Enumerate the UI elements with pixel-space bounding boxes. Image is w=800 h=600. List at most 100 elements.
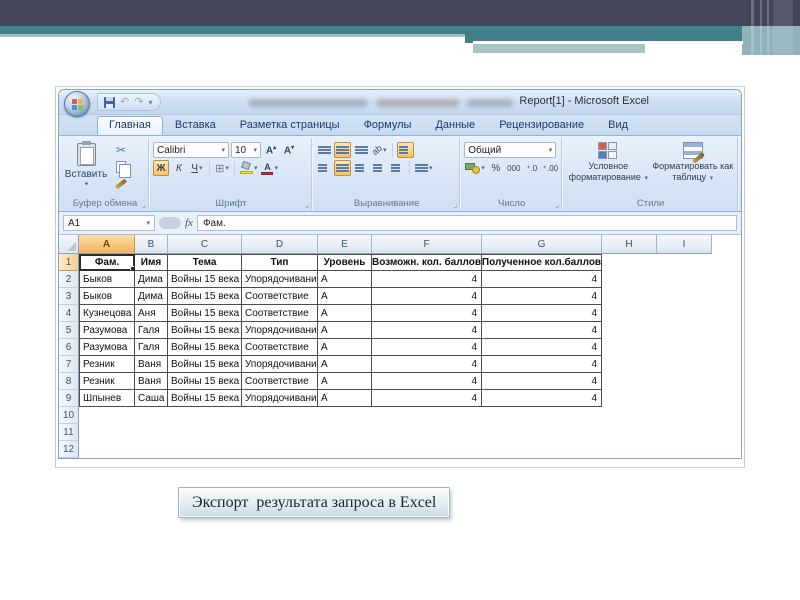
row-header-9[interactable]: 9 — [59, 390, 79, 407]
cell-I5[interactable] — [657, 322, 712, 339]
tab-razmetka-stranicy[interactable]: Разметка страницы — [228, 116, 352, 135]
cell-E2[interactable]: A — [318, 271, 372, 288]
align-center-button[interactable] — [334, 160, 351, 176]
paste-dropdown-icon[interactable]: ▾ — [85, 180, 89, 188]
cell-F8[interactable]: 4 — [372, 373, 482, 390]
cell-I7[interactable] — [657, 356, 712, 373]
cell-A2[interactable]: Быков — [79, 271, 135, 288]
office-button[interactable] — [64, 91, 90, 117]
tab-formuly[interactable]: Формулы — [352, 116, 424, 135]
cell-H12[interactable] — [602, 441, 657, 458]
cell-E6[interactable]: A — [318, 339, 372, 356]
cell-E8[interactable]: A — [318, 373, 372, 390]
cell-C8[interactable]: Войны 15 века — [168, 373, 242, 390]
cell-D6[interactable]: Соответствие — [242, 339, 318, 356]
cell-H5[interactable] — [602, 322, 657, 339]
cell-H4[interactable] — [602, 305, 657, 322]
cell-F12[interactable] — [372, 441, 482, 458]
cell-B3[interactable]: Дима — [135, 288, 168, 305]
tab-vstavka[interactable]: Вставка — [163, 116, 228, 135]
cell-A5[interactable]: Разумова — [79, 322, 135, 339]
row-header-12[interactable]: 12 — [59, 441, 79, 458]
cell-E3[interactable]: A — [318, 288, 372, 305]
increase-indent-button[interactable] — [389, 160, 405, 176]
cell-A9[interactable]: Шпынев — [79, 390, 135, 407]
cell-E9[interactable]: A — [318, 390, 372, 407]
cell-I6[interactable] — [657, 339, 712, 356]
percent-style-button[interactable]: % — [488, 160, 504, 176]
cell-D5[interactable]: Упорядочивание — [242, 322, 318, 339]
cell-C6[interactable]: Войны 15 века — [168, 339, 242, 356]
cell-F3[interactable]: 4 — [372, 288, 482, 305]
grow-font-button[interactable]: А▴ — [263, 142, 279, 158]
select-all-corner[interactable] — [59, 235, 79, 254]
cell-H1[interactable] — [602, 254, 657, 271]
column-header-D[interactable]: D — [242, 235, 318, 254]
cell-I3[interactable] — [657, 288, 712, 305]
cell-F10[interactable] — [372, 407, 482, 424]
cell-A8[interactable]: Резник — [79, 373, 135, 390]
cell-D9[interactable]: Упорядочивание — [242, 390, 318, 407]
number-dialog-launcher[interactable]: ⌟ — [555, 201, 559, 209]
cell-C10[interactable] — [168, 407, 242, 424]
tab-glavnaya[interactable]: Главная — [97, 116, 163, 135]
cell-C3[interactable]: Войны 15 века — [168, 288, 242, 305]
cell-A1[interactable]: Фам. — [79, 254, 135, 271]
cell-C7[interactable]: Войны 15 века — [168, 356, 242, 373]
cell-A4[interactable]: Кузнецова — [79, 305, 135, 322]
cut-button[interactable]: ✂ — [108, 142, 134, 157]
cell-E5[interactable]: A — [318, 322, 372, 339]
cell-C2[interactable]: Войны 15 века — [168, 271, 242, 288]
cell-E11[interactable] — [318, 424, 372, 441]
fill-color-button[interactable]: ▾ — [239, 160, 259, 176]
align-middle-button[interactable] — [334, 142, 351, 158]
cell-G4[interactable]: 4 — [482, 305, 602, 322]
row-header-7[interactable]: 7 — [59, 356, 79, 373]
cell-F1[interactable]: Возможн. кол. баллов — [372, 254, 482, 271]
cell-D8[interactable]: Соответствие — [242, 373, 318, 390]
cell-G5[interactable]: 4 — [482, 322, 602, 339]
column-header-C[interactable]: C — [168, 235, 242, 254]
cell-C4[interactable]: Войны 15 века — [168, 305, 242, 322]
cell-B9[interactable]: Саша — [135, 390, 168, 407]
row-header-1[interactable]: 1 — [59, 254, 79, 271]
cell-F7[interactable]: 4 — [372, 356, 482, 373]
row-header-2[interactable]: 2 — [59, 271, 79, 288]
cell-B8[interactable]: Ваня — [135, 373, 168, 390]
cell-I11[interactable] — [657, 424, 712, 441]
borders-button[interactable]: ⊞▾ — [214, 160, 230, 176]
cell-E12[interactable] — [318, 441, 372, 458]
cell-I8[interactable] — [657, 373, 712, 390]
cell-G11[interactable] — [482, 424, 602, 441]
column-header-G[interactable]: G — [482, 235, 602, 254]
cell-H10[interactable] — [602, 407, 657, 424]
conditional-formatting-button[interactable]: Условное форматирование ▾ — [566, 140, 650, 197]
cell-A6[interactable]: Разумова — [79, 339, 135, 356]
orientation-button[interactable]: ab▾ — [371, 142, 388, 158]
cell-H6[interactable] — [602, 339, 657, 356]
save-icon[interactable] — [104, 97, 115, 108]
cell-A12[interactable] — [79, 441, 135, 458]
cell-G7[interactable]: 4 — [482, 356, 602, 373]
cell-C5[interactable]: Войны 15 века — [168, 322, 242, 339]
cell-F5[interactable]: 4 — [372, 322, 482, 339]
cell-H8[interactable] — [602, 373, 657, 390]
copy-button[interactable] — [108, 159, 134, 174]
merge-center-button[interactable]: ▾ — [414, 160, 434, 176]
cell-G9[interactable]: 4 — [482, 390, 602, 407]
row-header-3[interactable]: 3 — [59, 288, 79, 305]
cell-B12[interactable] — [135, 441, 168, 458]
cell-F6[interactable]: 4 — [372, 339, 482, 356]
cell-F2[interactable]: 4 — [372, 271, 482, 288]
cell-E1[interactable]: Уровень — [318, 254, 372, 271]
cell-C11[interactable] — [168, 424, 242, 441]
cell-D2[interactable]: Упорядочивание — [242, 271, 318, 288]
font-size-select[interactable]: 10 ▾ — [231, 142, 261, 158]
currency-format-button[interactable]: ▾ — [464, 160, 486, 176]
cell-B4[interactable]: Аня — [135, 305, 168, 322]
cell-A10[interactable] — [79, 407, 135, 424]
cell-I12[interactable] — [657, 441, 712, 458]
qat-dropdown-icon[interactable]: ▾ — [148, 98, 152, 107]
column-header-F[interactable]: F — [372, 235, 482, 254]
column-header-I[interactable]: I — [657, 235, 712, 254]
